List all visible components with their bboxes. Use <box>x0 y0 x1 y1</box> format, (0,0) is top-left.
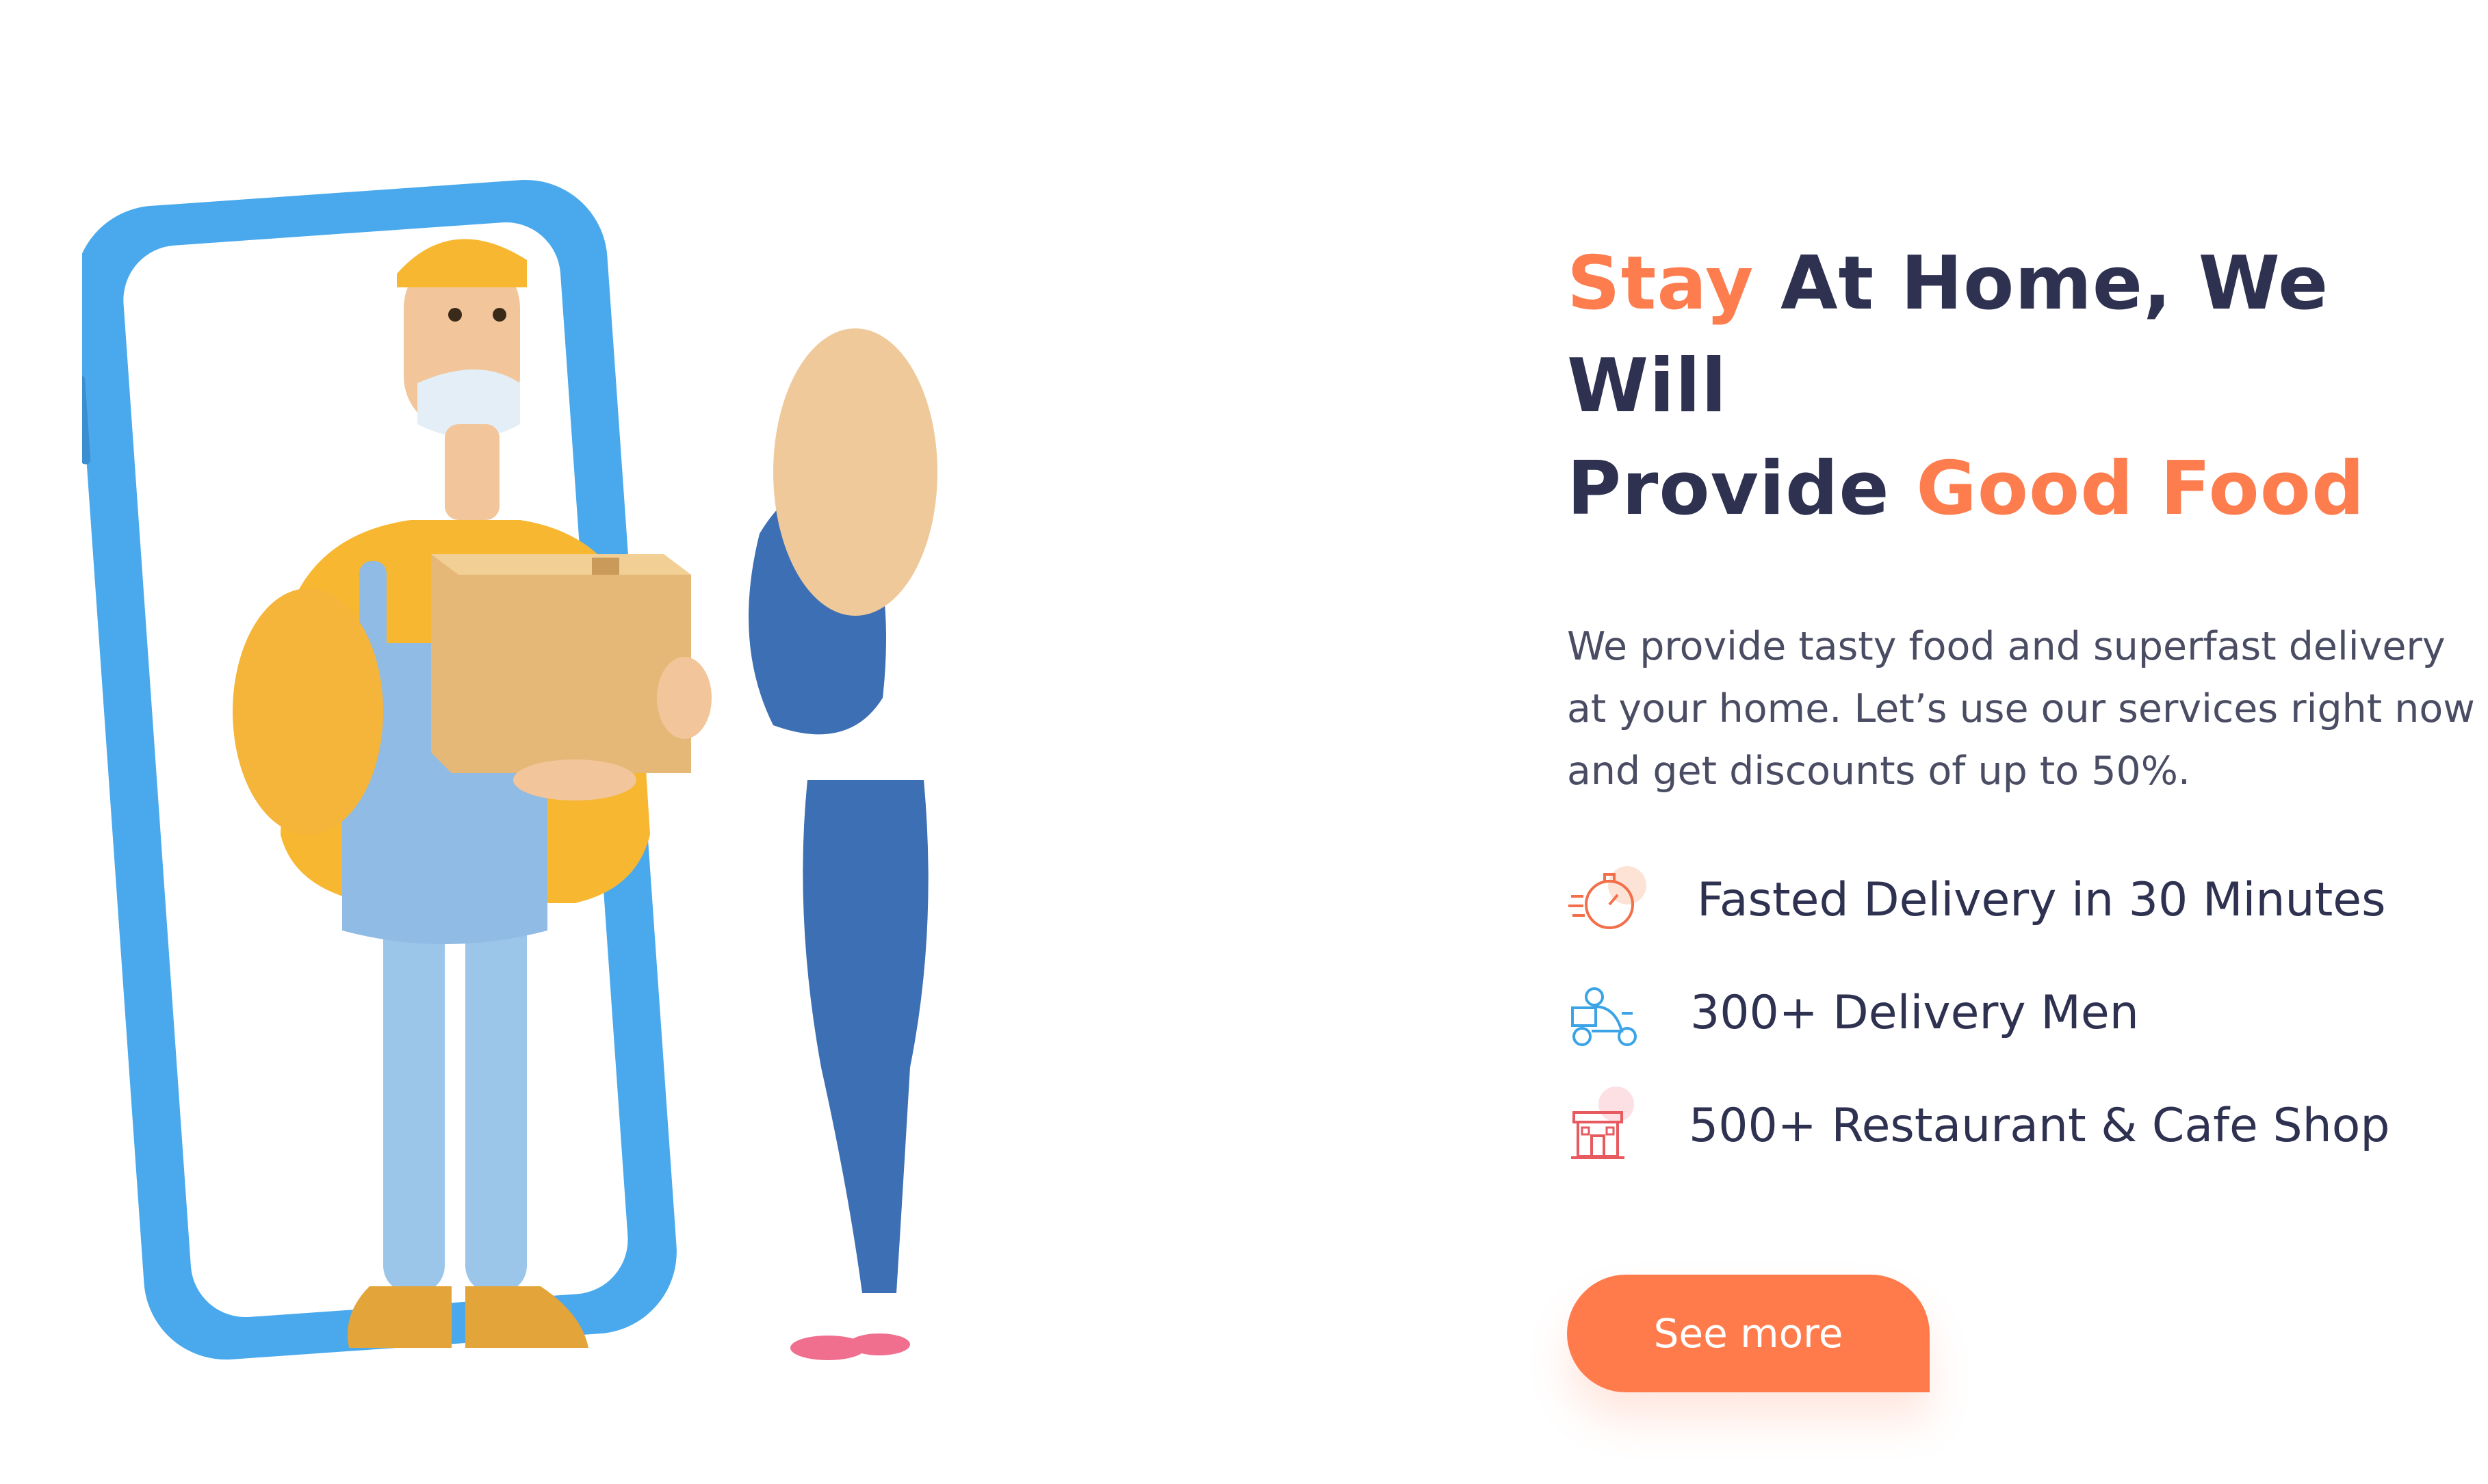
stopwatch-icon <box>1567 859 1649 941</box>
headline-accent-good-food: Good Food <box>1916 446 2366 532</box>
feature-label: 500+ Restaurant & Cafe Shop <box>1689 1099 2390 1153</box>
headline-accent-stay: Stay <box>1567 241 1754 326</box>
delivery-scooter-icon <box>1567 972 1649 1054</box>
hero-content: Stay At Home, We Will Provide Good Food … <box>1567 233 2475 1392</box>
feature-item-fast-delivery: Fasted Delivery in 30 Minutes <box>1567 844 2470 956</box>
hero-illustration <box>82 178 1095 1382</box>
headline-text-2: Provide <box>1567 446 1917 532</box>
hero-description: We provide tasty food and superfast deli… <box>1567 624 2475 794</box>
feature-list: Fasted Delivery in 30 Minutes 300+ Deliv… <box>1567 844 2470 1182</box>
feature-item-restaurants: 500+ Restaurant & Cafe Shop <box>1567 1069 2470 1182</box>
feature-label: 300+ Delivery Men <box>1690 986 2139 1040</box>
restaurant-shop-icon <box>1567 1085 1649 1167</box>
feature-label: Fasted Delivery in 30 Minutes <box>1697 873 2386 927</box>
page-title: Stay At Home, We Will Provide Good Food <box>1567 233 2470 541</box>
delivery-man-phone-illustration-icon <box>82 179 937 1360</box>
see-more-button[interactable]: See more <box>1567 1275 1930 1392</box>
feature-item-delivery-men: 300+ Delivery Men <box>1567 956 2470 1069</box>
